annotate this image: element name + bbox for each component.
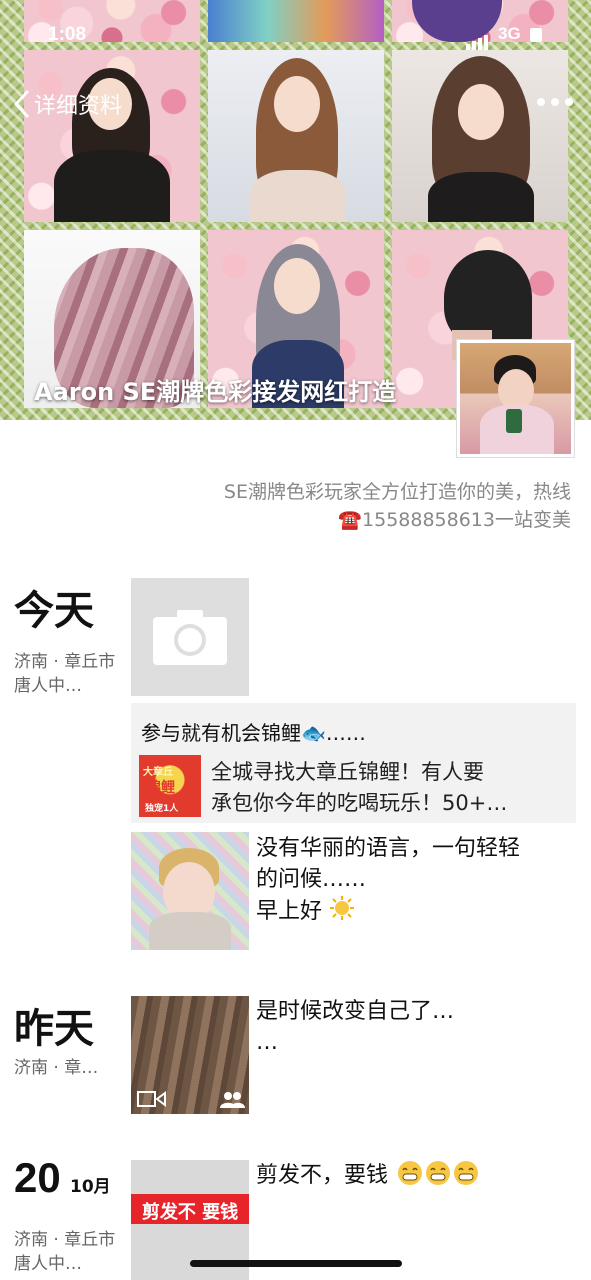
post-banner-text: 剪发不 要钱 bbox=[141, 1202, 239, 1223]
video-icon bbox=[137, 1091, 166, 1107]
signature-line: SE潮牌色彩玩家全方位打造你的美，热线 bbox=[223, 481, 571, 503]
date-label-yesterday: 昨天 bbox=[14, 1006, 94, 1052]
status-time: 1:08 bbox=[48, 24, 87, 45]
post-text-line: … bbox=[256, 1030, 278, 1055]
thumbnail-text: 大章丘 bbox=[143, 767, 173, 778]
camera-icon bbox=[153, 610, 227, 665]
sun-emoji-icon bbox=[330, 896, 355, 920]
grin-emoji-icon bbox=[398, 1161, 423, 1185]
shared-article-thumbnail: 大章丘 锦鲤 独宠1人 bbox=[139, 755, 201, 817]
dot-icon bbox=[537, 98, 545, 106]
post-video-thumbnail[interactable] bbox=[131, 996, 249, 1114]
location-label: 济南 · 章丘市唐人中… bbox=[14, 1230, 116, 1274]
avatar[interactable] bbox=[457, 340, 574, 457]
dot-icon bbox=[565, 98, 573, 106]
status-bar: 1:08 3G bbox=[0, 22, 591, 52]
new-post-camera-button[interactable] bbox=[131, 578, 249, 696]
back-button[interactable]: 详细资料 bbox=[12, 88, 122, 120]
post-text-line: 是时候改变自己了… bbox=[256, 999, 455, 1024]
back-label: 详细资料 bbox=[34, 94, 123, 119]
thumbnail-text: 锦鲤 bbox=[147, 780, 175, 796]
battery-icon bbox=[530, 28, 542, 42]
post-text-line: 早上好 bbox=[256, 899, 323, 924]
post-text: 剪发不，要钱 bbox=[256, 1160, 479, 1191]
cover-tile bbox=[208, 50, 384, 222]
post-text: 没有华丽的语言，一句轻轻 的问候…… 早上好 bbox=[256, 833, 520, 927]
cover-tile bbox=[24, 50, 200, 222]
post-text-line: 的问候…… bbox=[256, 867, 367, 892]
grin-emoji-icon bbox=[426, 1161, 451, 1185]
cover-tile bbox=[392, 50, 568, 222]
visibility-group-icon bbox=[220, 1092, 245, 1108]
chevron-left-icon bbox=[13, 89, 30, 119]
nav-bar: 详细资料 bbox=[0, 86, 591, 126]
description-line: 全城寻找大章丘锦鲤！有人要 bbox=[211, 760, 484, 784]
home-indicator[interactable] bbox=[190, 1260, 402, 1267]
network-type: 3G bbox=[498, 24, 521, 43]
date-day: 20 bbox=[14, 1154, 61, 1201]
post-thumbnail[interactable] bbox=[131, 832, 249, 950]
post-text-line: 剪发不，要钱 bbox=[256, 1163, 389, 1188]
location-label: 济南 · 章… bbox=[14, 1058, 99, 1078]
post-text: 是时候改变自己了… … bbox=[256, 996, 454, 1058]
shared-article-description: 全城寻找大章丘锦鲤！有人要 承包你今年的吃喝玩乐！50+… bbox=[211, 757, 566, 819]
cover-title: Aaron SE潮牌色彩接发网红打造 bbox=[34, 378, 397, 406]
dot-icon bbox=[551, 98, 559, 106]
description-line: 承包你今年的吃喝玩乐！50+… bbox=[211, 791, 508, 815]
date-month: 10月 bbox=[70, 1177, 111, 1197]
signal-icon bbox=[466, 28, 490, 50]
date-label-today: 今天 bbox=[14, 588, 94, 634]
grin-emoji-icon bbox=[454, 1161, 479, 1185]
profile-signature: SE潮牌色彩玩家全方位打造你的美，热线 ☎️15588858613一站变美 bbox=[71, 478, 571, 534]
more-options-button[interactable] bbox=[537, 98, 573, 106]
shared-article-title: 参与就有机会锦鲤🐟…… bbox=[141, 721, 366, 745]
post-text-line: 没有华丽的语言，一句轻轻 bbox=[256, 836, 521, 861]
signature-line: ☎️15588858613一站变美 bbox=[338, 509, 571, 531]
thumbnail-text: 独宠1人 bbox=[145, 804, 179, 814]
location-label: 济南 · 章丘市唐人中… bbox=[14, 652, 116, 696]
shared-article-card[interactable]: 参与就有机会锦鲤🐟…… 大章丘 锦鲤 独宠1人 全城寻找大章丘锦鲤！有人要 承包… bbox=[131, 703, 576, 823]
